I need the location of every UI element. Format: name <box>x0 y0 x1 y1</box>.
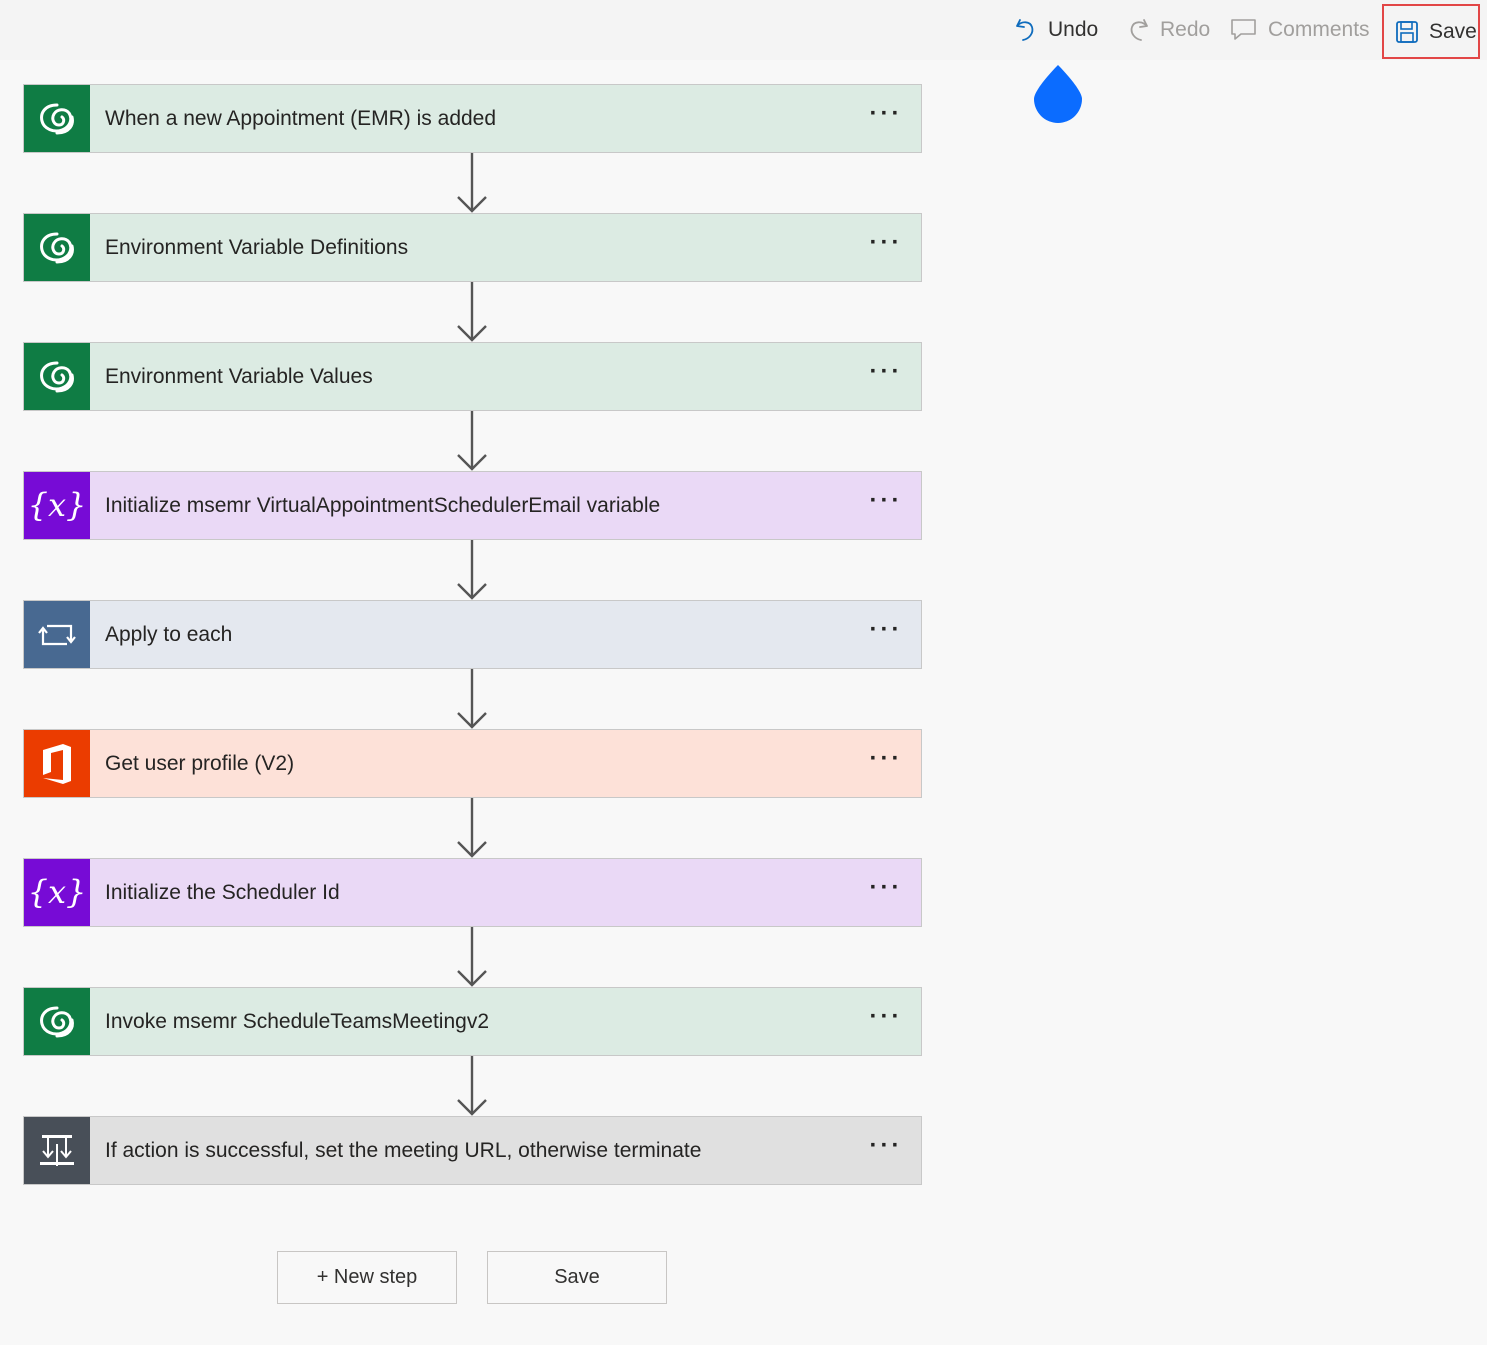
drop-marker-icon <box>1033 64 1083 124</box>
flow-step-card[interactable]: When a new Appointment (EMR) is added ··· <box>23 84 922 153</box>
bottom-actions: + New step Save <box>277 1251 697 1304</box>
step-connector-arrow <box>23 669 922 729</box>
flow-step-title: If action is successful, set the meeting… <box>105 1138 702 1162</box>
command-bar: Undo Redo Comments Save <box>0 0 1487 60</box>
more-options-icon[interactable]: ··· <box>861 99 911 139</box>
svg-text:{x}: {x} <box>31 873 83 911</box>
more-options-icon[interactable]: ··· <box>861 873 911 913</box>
flow-step-title: When a new Appointment (EMR) is added <box>105 106 497 130</box>
dataverse-icon <box>24 988 90 1055</box>
flow-canvas: When a new Appointment (EMR) is added ···… <box>23 84 922 1185</box>
step-connector-arrow <box>23 282 922 342</box>
flow-step-title: Initialize the Scheduler Id <box>105 880 340 904</box>
undo-label: Undo <box>1048 18 1099 41</box>
flow-step-card[interactable]: {x} Initialize msemr VirtualAppointmentSc… <box>23 471 922 540</box>
undo-button[interactable]: Undo <box>1014 0 1098 60</box>
redo-label: Redo <box>1160 18 1211 41</box>
more-options-icon[interactable]: ··· <box>861 744 911 784</box>
more-options-icon[interactable]: ··· <box>861 1002 911 1042</box>
step-connector-arrow <box>23 411 922 471</box>
flow-step-card[interactable]: Invoke msemr ScheduleTeamsMeetingv2 ··· <box>23 987 922 1056</box>
more-options-icon[interactable]: ··· <box>861 357 911 397</box>
flow-step-title: Invoke msemr ScheduleTeamsMeetingv2 <box>105 1009 490 1033</box>
step-connector-arrow <box>23 798 922 858</box>
flow-step-title: Initialize msemr VirtualAppointmentSched… <box>105 493 661 517</box>
dataverse-icon <box>24 214 90 281</box>
comments-label: Comments <box>1268 18 1370 41</box>
flow-step-title: Get user profile (V2) <box>105 751 295 775</box>
svg-text:{x}: {x} <box>31 486 83 524</box>
more-options-icon[interactable]: ··· <box>861 1131 911 1171</box>
office-icon <box>24 730 90 797</box>
step-connector-arrow <box>23 927 922 987</box>
flow-step-card[interactable]: {x} Initialize the Scheduler Id ··· <box>23 858 922 927</box>
more-options-icon[interactable]: ··· <box>861 228 911 268</box>
save-label: Save <box>1429 19 1477 43</box>
flow-step-card[interactable]: Environment Variable Values ··· <box>23 342 922 411</box>
flow-step-card[interactable]: Get user profile (V2) ··· <box>23 729 922 798</box>
flow-step-title: Environment Variable Definitions <box>105 235 409 259</box>
comment-icon <box>1230 17 1258 43</box>
flow-step-title: Environment Variable Values <box>105 364 373 388</box>
dataverse-icon <box>24 343 90 410</box>
flow-step-card[interactable]: If action is successful, set the meeting… <box>23 1116 922 1185</box>
flow-step-card[interactable]: Apply to each ··· <box>23 600 922 669</box>
more-options-icon[interactable]: ··· <box>861 615 911 655</box>
redo-button[interactable]: Redo <box>1126 0 1210 60</box>
step-connector-arrow <box>23 540 922 600</box>
condition-icon <box>24 1117 90 1184</box>
save-button[interactable]: Save <box>1382 4 1480 59</box>
step-connector-arrow <box>23 153 922 213</box>
loop-icon <box>24 601 90 668</box>
step-connector-arrow <box>23 1056 922 1116</box>
comments-button[interactable]: Comments <box>1230 0 1370 60</box>
variable-icon: {x} <box>24 472 90 539</box>
dataverse-icon <box>24 85 90 152</box>
undo-icon <box>1014 16 1038 44</box>
redo-icon <box>1126 16 1150 44</box>
variable-icon: {x} <box>24 859 90 926</box>
bottom-save-button[interactable]: Save <box>487 1251 667 1304</box>
new-step-button[interactable]: + New step <box>277 1251 457 1304</box>
flow-step-title: Apply to each <box>105 622 233 646</box>
more-options-icon[interactable]: ··· <box>861 486 911 526</box>
flow-step-card[interactable]: Environment Variable Definitions ··· <box>23 213 922 282</box>
save-icon <box>1395 20 1419 44</box>
